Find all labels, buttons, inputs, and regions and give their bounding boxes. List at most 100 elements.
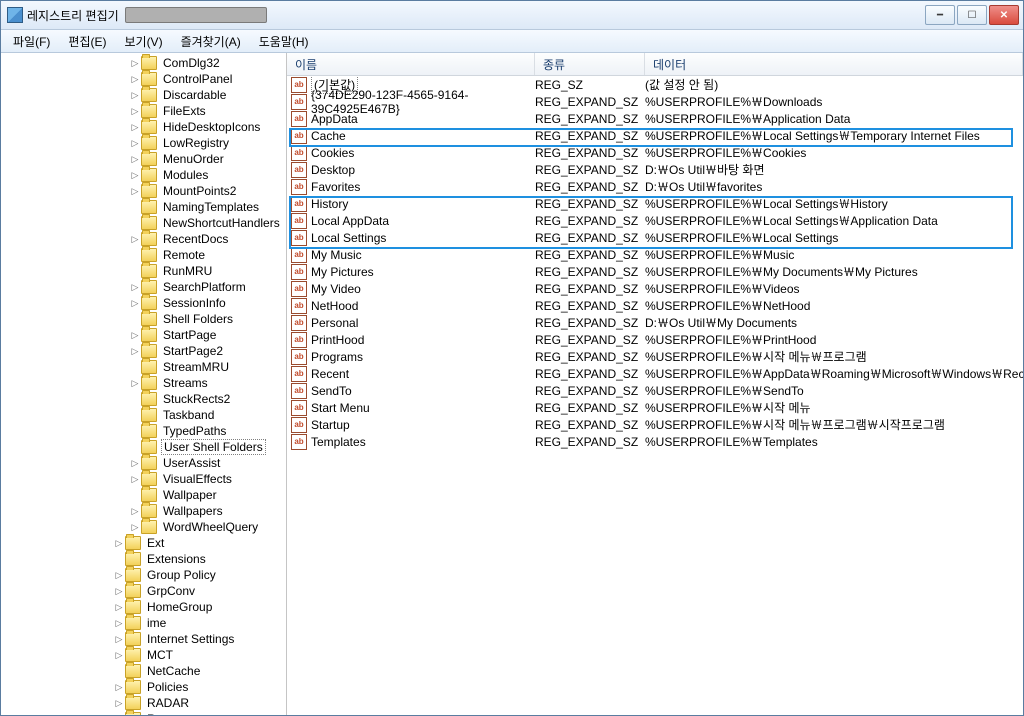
tree-item[interactable]: ▷UserAssist (1, 455, 286, 471)
col-header-name[interactable]: 이름 (287, 53, 535, 75)
tree-item[interactable]: Shell Folders (1, 311, 286, 327)
tree-expander-icon[interactable]: ▷ (129, 506, 141, 517)
tree-item[interactable]: ▷Internet Settings (1, 631, 286, 647)
tree-item[interactable]: ▷MCT (1, 647, 286, 663)
tree-item[interactable]: User Shell Folders (1, 439, 286, 455)
tree-expander-icon[interactable]: ▷ (129, 522, 141, 533)
tree-expander-icon[interactable]: ▷ (113, 650, 125, 661)
tree-item[interactable]: ▷SearchPlatform (1, 279, 286, 295)
value-row[interactable]: abHistoryREG_EXPAND_SZ%USERPROFILE%￦Loca… (287, 195, 1023, 212)
tree-item[interactable]: ▷Modules (1, 167, 286, 183)
maximize-button[interactable]: ☐ (957, 5, 987, 25)
menu-edit[interactable]: 편집(E) (60, 31, 114, 52)
value-row[interactable]: abStart MenuREG_EXPAND_SZ%USERPROFILE%￦시… (287, 399, 1023, 416)
tree-item[interactable]: ▷HomeGroup (1, 599, 286, 615)
tree-item[interactable]: ▷Streams (1, 375, 286, 391)
tree-expander-icon[interactable]: ▷ (113, 570, 125, 581)
tree-expander-icon[interactable]: ▷ (129, 234, 141, 245)
tree-item[interactable]: Wallpaper (1, 487, 286, 503)
tree-expander-icon[interactable]: ▷ (113, 682, 125, 693)
value-row[interactable]: abMy PicturesREG_EXPAND_SZ%USERPROFILE%￦… (287, 263, 1023, 280)
tree-expander-icon[interactable]: ▷ (113, 618, 125, 629)
tree-expander-icon[interactable]: ▷ (129, 458, 141, 469)
tree-item[interactable]: ▷Wallpapers (1, 503, 286, 519)
tree-panel[interactable]: ▷ComDlg32▷ControlPanel▷Discardable▷FileE… (1, 53, 287, 715)
tree-expander-icon[interactable]: ▷ (129, 474, 141, 485)
value-row[interactable]: abProgramsREG_EXPAND_SZ%USERPROFILE%￦시작 … (287, 348, 1023, 365)
value-row[interactable]: abPrintHoodREG_EXPAND_SZ%USERPROFILE%￦Pr… (287, 331, 1023, 348)
tree-expander-icon[interactable]: ▷ (113, 602, 125, 613)
value-row[interactable]: abMy MusicREG_EXPAND_SZ%USERPROFILE%￦Mus… (287, 246, 1023, 263)
value-row[interactable]: abStartupREG_EXPAND_SZ%USERPROFILE%￦시작 메… (287, 416, 1023, 433)
value-row[interactable]: abAppDataREG_EXPAND_SZ%USERPROFILE%￦Appl… (287, 110, 1023, 127)
tree-expander-icon[interactable]: ▷ (129, 378, 141, 389)
value-row[interactable]: abPersonalREG_EXPAND_SZD:￦Os Util￦My Doc… (287, 314, 1023, 331)
menu-favorites[interactable]: 즐겨찾기(A) (173, 31, 249, 52)
tree-item[interactable]: ▷RADAR (1, 695, 286, 711)
tree-item[interactable]: Taskband (1, 407, 286, 423)
tree-expander-icon[interactable]: ▷ (113, 586, 125, 597)
col-header-data[interactable]: 데이터 (645, 53, 1023, 75)
tree-expander-icon[interactable]: ▷ (129, 58, 141, 69)
value-row[interactable]: abDesktopREG_EXPAND_SZD:￦Os Util￦바탕 화면 (287, 161, 1023, 178)
minimize-button[interactable]: ━ (925, 5, 955, 25)
value-list[interactable]: ab(기본값)REG_SZ(값 설정 안 됨)ab{374DE290-123F-… (287, 76, 1023, 715)
tree-item[interactable]: ▷RecentDocs (1, 231, 286, 247)
tree-item[interactable]: ▷ime (1, 615, 286, 631)
value-row[interactable]: abLocal SettingsREG_EXPAND_SZ%USERPROFIL… (287, 229, 1023, 246)
tree-item[interactable]: RunMRU (1, 263, 286, 279)
value-row[interactable]: abLocal AppDataREG_EXPAND_SZ%USERPROFILE… (287, 212, 1023, 229)
value-row[interactable]: abCookiesREG_EXPAND_SZ%USERPROFILE%￦Cook… (287, 144, 1023, 161)
col-header-type[interactable]: 종류 (535, 53, 645, 75)
menu-help[interactable]: 도움말(H) (251, 31, 317, 52)
value-row[interactable]: abTemplatesREG_EXPAND_SZ%USERPROFILE%￦Te… (287, 433, 1023, 450)
tree-expander-icon[interactable]: ▷ (129, 282, 141, 293)
value-row[interactable]: abMy VideoREG_EXPAND_SZ%USERPROFILE%￦Vid… (287, 280, 1023, 297)
close-button[interactable]: ✕ (989, 5, 1019, 25)
tree-item[interactable]: ▷HideDesktopIcons (1, 119, 286, 135)
tree-expander-icon[interactable]: ▷ (129, 74, 141, 85)
value-row[interactable]: abSendToREG_EXPAND_SZ%USERPROFILE%￦SendT… (287, 382, 1023, 399)
titlebar[interactable]: 레지스트리 편집기 ━ ☐ ✕ (1, 1, 1023, 30)
tree-item[interactable]: ▷Discardable (1, 87, 286, 103)
value-row[interactable]: abRecentREG_EXPAND_SZ%USERPROFILE%￦AppDa… (287, 365, 1023, 382)
tree-expander-icon[interactable]: ▷ (129, 298, 141, 309)
tree-item[interactable]: StuckRects2 (1, 391, 286, 407)
tree-item[interactable]: ▷MenuOrder (1, 151, 286, 167)
tree-item[interactable]: NetCache (1, 663, 286, 679)
menu-view[interactable]: 보기(V) (116, 31, 170, 52)
tree-item[interactable]: Remote (1, 247, 286, 263)
tree-expander-icon[interactable]: ▷ (113, 698, 125, 709)
tree-expander-icon[interactable]: ▷ (129, 186, 141, 197)
tree-expander-icon[interactable]: ▷ (129, 346, 141, 357)
tree-item[interactable]: ▷ControlPanel (1, 71, 286, 87)
tree-item[interactable]: ▷Ext (1, 535, 286, 551)
value-row[interactable]: abCacheREG_EXPAND_SZ%USERPROFILE%￦Local … (287, 127, 1023, 144)
value-row[interactable]: abFavoritesREG_EXPAND_SZD:￦Os Util￦favor… (287, 178, 1023, 195)
value-row[interactable]: ab{374DE290-123F-4565-9164-39C4925E467B}… (287, 93, 1023, 110)
menu-file[interactable]: 파일(F) (5, 31, 58, 52)
tree-item[interactable]: NewShortcutHandlers (1, 215, 286, 231)
tree-item[interactable]: StreamMRU (1, 359, 286, 375)
value-row[interactable]: abNetHoodREG_EXPAND_SZ%USERPROFILE%￦NetH… (287, 297, 1023, 314)
tree-expander-icon[interactable]: ▷ (129, 330, 141, 341)
tree-item[interactable]: Extensions (1, 551, 286, 567)
tree-expander-icon[interactable]: ▷ (129, 170, 141, 181)
tree-item[interactable]: ▷ComDlg32 (1, 55, 286, 71)
tree-item[interactable]: ▷FileExts (1, 103, 286, 119)
tree-expander-icon[interactable]: ▷ (129, 106, 141, 117)
tree-item[interactable]: ▷StartPage2 (1, 343, 286, 359)
tree-item[interactable]: NamingTemplates (1, 199, 286, 215)
tree-expander-icon[interactable]: ▷ (129, 122, 141, 133)
tree-item[interactable]: TypedPaths (1, 423, 286, 439)
tree-item[interactable]: ▷WordWheelQuery (1, 519, 286, 535)
tree-item[interactable]: ▷VisualEffects (1, 471, 286, 487)
tree-expander-icon[interactable]: ▷ (129, 154, 141, 165)
tree-item[interactable]: Run (1, 711, 286, 715)
tree-expander-icon[interactable]: ▷ (129, 90, 141, 101)
tree-expander-icon[interactable]: ▷ (113, 634, 125, 645)
tree-expander-icon[interactable]: ▷ (129, 138, 141, 149)
tree-item[interactable]: ▷StartPage (1, 327, 286, 343)
tree-item[interactable]: ▷GrpConv (1, 583, 286, 599)
tree-item[interactable]: ▷SessionInfo (1, 295, 286, 311)
